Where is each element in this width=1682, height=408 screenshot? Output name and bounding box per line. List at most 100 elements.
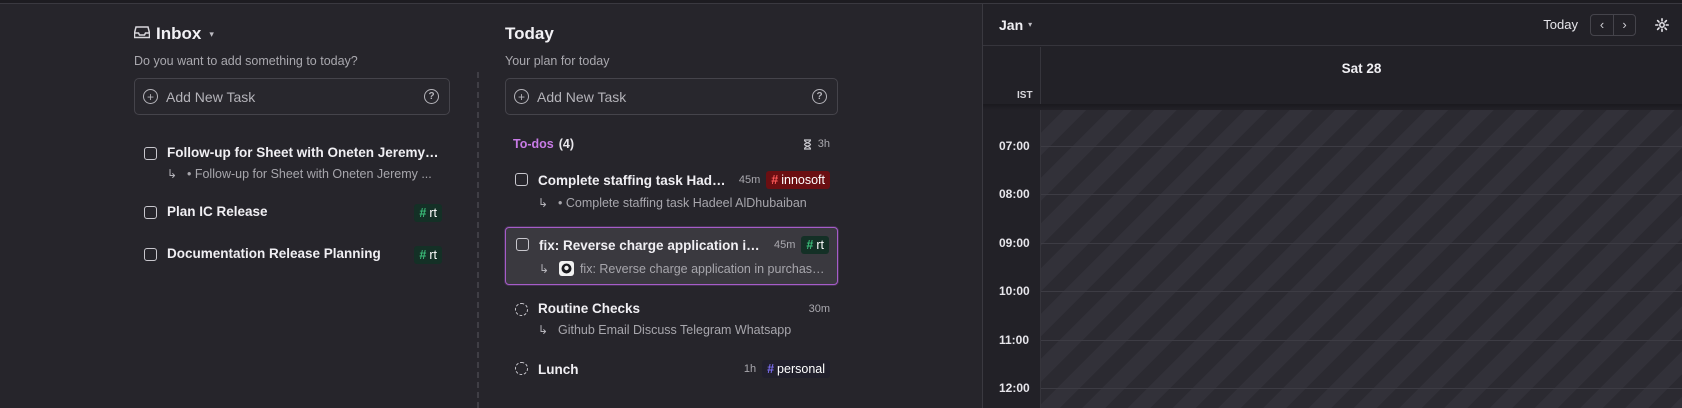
task-checkbox[interactable]	[144, 248, 157, 261]
chevron-left-icon[interactable]: ‹	[1591, 15, 1613, 35]
help-icon[interactable]: ?	[424, 89, 439, 104]
task-title: Lunch	[538, 361, 579, 377]
task-subtask: ↳ fix: Reverse charge application in pur…	[539, 261, 829, 276]
month-label: Jan	[999, 16, 1024, 33]
today-subtitle: Your plan for today	[505, 54, 610, 68]
inbox-task[interactable]: Documentation Release Planning # rt	[134, 246, 450, 264]
task-title: Plan IC Release	[167, 204, 268, 219]
calendar-header: Jan ▾ Today ‹ ›	[983, 4, 1682, 46]
today-add-task-input[interactable]: + Add New Task ?	[505, 78, 838, 115]
chevron-down-icon: ▾	[1028, 20, 1033, 29]
subtask-text: fix: Reverse charge application in purch…	[579, 261, 829, 276]
section-duration-value: 3h	[817, 138, 830, 150]
tag-badge[interactable]: # innosoft	[766, 171, 830, 189]
hash-icon: #	[767, 362, 775, 376]
subtask-text: • Follow-up for Sheet with Oneten Jeremy…	[187, 167, 432, 181]
day-column-header[interactable]: Sat 28	[1040, 47, 1682, 104]
task-checkbox[interactable]	[516, 238, 529, 251]
todos-section-header[interactable]: To-dos (4) 3h	[505, 135, 838, 153]
task-title: Complete staffing task Hadee...	[538, 172, 731, 188]
tag-badge[interactable]: # rt	[801, 236, 829, 254]
today-column: Today Your plan for today + Add New Task…	[505, 22, 838, 378]
tag-badge[interactable]: # rt	[414, 246, 442, 264]
today-task-selected[interactable]: fix: Reverse charge application in p... …	[505, 227, 838, 285]
task-subtask: ↳ • Complete staffing task Hadeel AlDhub…	[538, 196, 830, 210]
hour-line	[1041, 146, 1682, 147]
time-label: 11:00	[999, 333, 1030, 347]
hour-line	[1041, 194, 1682, 195]
task-title: Routine Checks	[538, 301, 641, 316]
inbox-title: Inbox	[156, 24, 202, 43]
date-nav: ‹ ›	[1590, 13, 1636, 36]
task-duration: 45m	[738, 174, 761, 186]
section-name: To-dos	[513, 137, 554, 151]
inbox-column: Inbox ▾ Do you want to add something to …	[133, 22, 450, 264]
inbox-add-task-input[interactable]: + Add New Task ?	[134, 78, 450, 115]
timezone-label: IST	[1017, 90, 1033, 101]
today-task[interactable]: Complete staffing task Hadee... 45m # inn…	[505, 171, 838, 210]
task-checkbox[interactable]	[144, 147, 157, 160]
tag-badge[interactable]: # personal	[762, 360, 830, 378]
inbox-header[interactable]: Inbox ▾	[133, 22, 450, 46]
tag-label: rt	[816, 238, 824, 252]
inbox-subtitle: Do you want to add something to today?	[134, 54, 358, 68]
inbox-task[interactable]: Plan IC Release # rt	[134, 204, 450, 222]
day-label: Sat 28	[1341, 61, 1382, 76]
hour-line	[1041, 291, 1682, 292]
task-duration: 45m	[774, 239, 796, 251]
help-icon[interactable]: ?	[812, 89, 827, 104]
task-duration: 1h	[743, 363, 757, 375]
github-icon	[558, 261, 574, 276]
section-count: (4)	[558, 137, 575, 151]
time-label: 12:00	[999, 381, 1030, 395]
task-checkbox[interactable]	[144, 206, 157, 219]
time-label: 07:00	[999, 139, 1030, 153]
task-title: fix: Reverse charge application in p...	[539, 237, 766, 253]
calendar-grid[interactable]	[1040, 110, 1682, 408]
hour-line	[1041, 243, 1682, 244]
hash-icon: #	[771, 173, 779, 187]
tag-label: personal	[777, 362, 825, 376]
column-divider	[477, 72, 479, 408]
subtask-arrow-icon: ↳	[538, 196, 549, 210]
today-task[interactable]: Lunch 1h # personal	[505, 360, 838, 378]
hour-line	[1041, 388, 1682, 389]
tag-label: innosoft	[781, 173, 825, 187]
add-task-label: Add New Task	[537, 88, 627, 105]
tag-badge[interactable]: # rt	[414, 204, 442, 222]
calendar-panel: Jan ▾ Today ‹ › Sat 28 IST 07:00 08:00 0…	[982, 4, 1682, 408]
today-button[interactable]: Today	[1543, 17, 1578, 32]
plus-circle-icon: +	[143, 89, 158, 104]
recurring-task-checkbox[interactable]	[515, 303, 528, 316]
subtask-arrow-icon: ↳	[167, 167, 178, 181]
tag-label: rt	[429, 248, 437, 262]
task-subtask: ↳ Github Email Discuss Telegram Whatsapp	[538, 323, 830, 337]
hash-icon: #	[806, 238, 814, 252]
inbox-tray-icon	[133, 24, 151, 44]
chevron-right-icon[interactable]: ›	[1613, 14, 1635, 35]
task-checkbox[interactable]	[515, 173, 528, 186]
chevron-down-icon: ▾	[209, 28, 214, 39]
tag-label: rt	[429, 206, 437, 220]
month-selector[interactable]: Jan ▾	[999, 17, 1032, 33]
task-duration: 30m	[808, 302, 830, 315]
inbox-task[interactable]: Follow-up for Sheet with Oneten Jeremy F…	[134, 145, 450, 181]
today-task[interactable]: Routine Checks 30m ↳ Github Email Discus…	[505, 301, 838, 337]
time-label: 08:00	[999, 187, 1030, 201]
add-task-label: Add New Task	[166, 88, 256, 105]
time-label: 09:00	[999, 236, 1030, 250]
subtask-arrow-icon: ↳	[539, 261, 550, 276]
subtask-text: • Complete staffing task Hadeel AlDhubai…	[558, 196, 807, 210]
gear-icon[interactable]	[1654, 17, 1670, 33]
hour-line	[1041, 340, 1682, 341]
today-title: Today	[505, 24, 554, 43]
task-title: Follow-up for Sheet with Oneten Jeremy F…	[167, 145, 442, 160]
task-title: Documentation Release Planning	[167, 246, 381, 261]
recurring-task-checkbox[interactable]	[515, 362, 528, 375]
hash-icon: #	[419, 206, 427, 220]
hash-icon: #	[419, 248, 427, 262]
plus-circle-icon: +	[514, 89, 529, 104]
subtask-arrow-icon: ↳	[538, 323, 549, 337]
task-subtask: ↳ • Follow-up for Sheet with Oneten Jere…	[167, 167, 442, 181]
time-label: 10:00	[999, 284, 1030, 298]
